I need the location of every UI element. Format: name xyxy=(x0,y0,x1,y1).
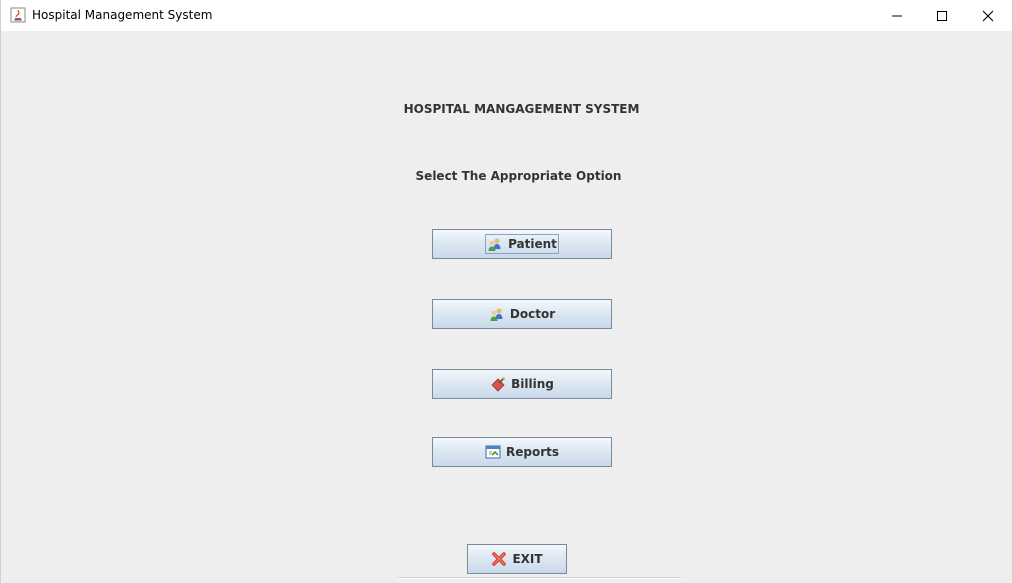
patient-button[interactable]: Patient xyxy=(432,229,612,259)
patient-button-label: Patient xyxy=(508,237,557,251)
maximize-icon xyxy=(936,10,948,22)
reports-button[interactable]: Reports xyxy=(432,437,612,467)
billing-button[interactable]: Billing xyxy=(432,369,612,399)
minimize-button[interactable] xyxy=(874,0,920,31)
report-window-icon xyxy=(485,444,501,460)
doctor-button-label: Doctor xyxy=(509,307,556,321)
doctor-button[interactable]: Doctor xyxy=(432,299,612,329)
reports-button-label: Reports xyxy=(505,445,559,459)
exit-button[interactable]: EXIT xyxy=(467,544,567,574)
subtitle: Select The Appropriate Option xyxy=(415,169,622,183)
users-icon xyxy=(489,306,505,322)
focus-indicator: Patient xyxy=(485,234,559,254)
close-button[interactable] xyxy=(965,0,1011,31)
main-title: HOSPITAL MANGAGEMENT SYSTEM xyxy=(403,102,640,116)
title-bar[interactable]: Hospital Management System xyxy=(1,0,1012,31)
red-x-icon xyxy=(491,551,507,567)
divider xyxy=(398,577,681,579)
maximize-button[interactable] xyxy=(919,0,965,31)
minimize-icon xyxy=(891,10,903,22)
billing-button-label: Billing xyxy=(511,377,554,391)
users-icon xyxy=(487,236,503,252)
java-app-icon xyxy=(10,7,26,23)
pen-icon xyxy=(490,376,506,392)
exit-button-label: EXIT xyxy=(512,552,543,566)
window-title: Hospital Management System xyxy=(32,8,213,22)
close-icon xyxy=(982,10,994,22)
app-window: Hospital Management System HOSPITAL MANG… xyxy=(0,0,1013,583)
